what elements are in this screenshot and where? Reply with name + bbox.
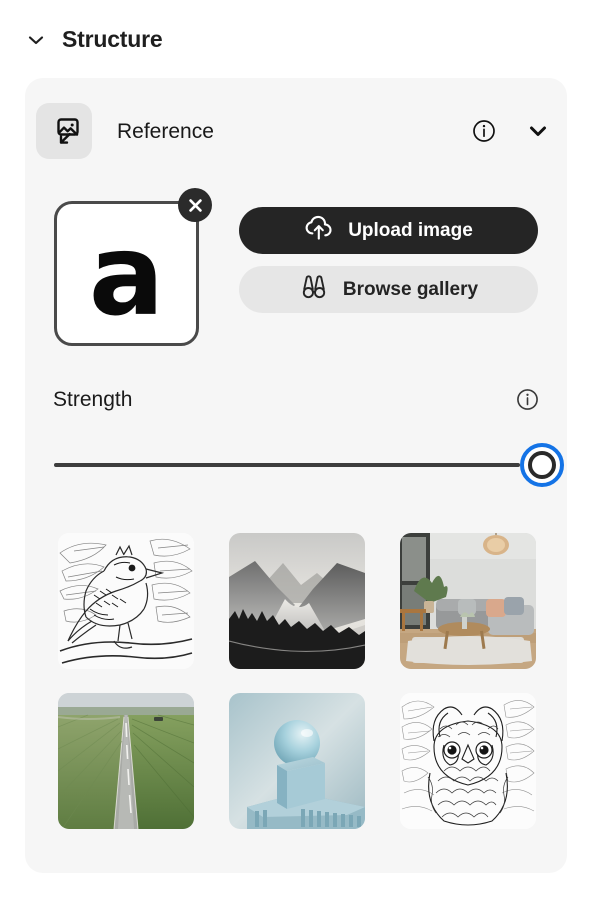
gallery-item-owl-line-art[interactable]: [400, 693, 536, 829]
close-icon[interactable]: [178, 188, 212, 222]
gallery-item-bird-line-art[interactable]: [58, 533, 194, 669]
strength-slider[interactable]: [54, 443, 564, 487]
strength-label: Strength: [53, 388, 133, 411]
reference-header-row: Reference: [36, 103, 556, 159]
info-icon[interactable]: [516, 388, 539, 411]
reference-thumbnail-image: a: [88, 210, 165, 341]
reference-label: Reference: [117, 119, 214, 143]
upload-image-button[interactable]: Upload image: [239, 207, 538, 254]
chevron-down-icon: [26, 30, 46, 50]
image-reference-icon[interactable]: [36, 103, 92, 159]
info-icon[interactable]: [472, 119, 496, 143]
strength-slider-track: [54, 463, 520, 467]
gallery-item-misty-mountains[interactable]: [229, 533, 365, 669]
browse-gallery-label: Browse gallery: [342, 278, 479, 300]
reference-upload-area: a Upload image Browse gallery: [54, 188, 538, 356]
reference-thumbnail[interactable]: a: [54, 188, 212, 346]
section-header-structure[interactable]: Structure: [26, 26, 163, 52]
browse-gallery-button[interactable]: Browse gallery: [239, 266, 538, 313]
binoculars-icon: [299, 274, 329, 306]
strength-slider-handle[interactable]: [520, 443, 564, 487]
gallery-item-aerial-road-fields[interactable]: [58, 693, 194, 829]
chevron-down-icon[interactable]: [527, 120, 549, 142]
cloud-upload-icon: [304, 215, 334, 247]
strength-row: Strength: [53, 388, 539, 411]
gallery-grid: [58, 533, 536, 829]
structure-panel: Reference a Upload image Browse gallery …: [25, 78, 567, 873]
upload-image-label: Upload image: [348, 219, 473, 241]
page-title: Structure: [62, 26, 163, 52]
gallery-item-living-room-interior[interactable]: [400, 533, 536, 669]
gallery-item-geometric-sphere-cube[interactable]: [229, 693, 365, 829]
